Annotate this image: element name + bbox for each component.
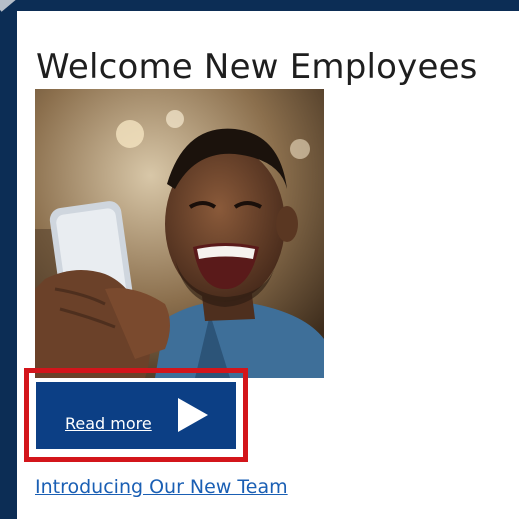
play-icon <box>178 398 208 432</box>
read-more-label: Read more <box>65 414 152 433</box>
screen-frame: Welcome New Employees Read more Introduc… <box>0 0 519 519</box>
card-title: Welcome New Employees <box>36 47 478 87</box>
read-more-button[interactable]: Read more <box>34 380 238 451</box>
smiling-man-with-phone-photo <box>35 89 324 378</box>
introducing-team-link[interactable]: Introducing Our New Team <box>35 476 288 498</box>
welcome-card: Welcome New Employees Read more Introduc… <box>17 11 519 519</box>
hero-image <box>35 89 324 378</box>
